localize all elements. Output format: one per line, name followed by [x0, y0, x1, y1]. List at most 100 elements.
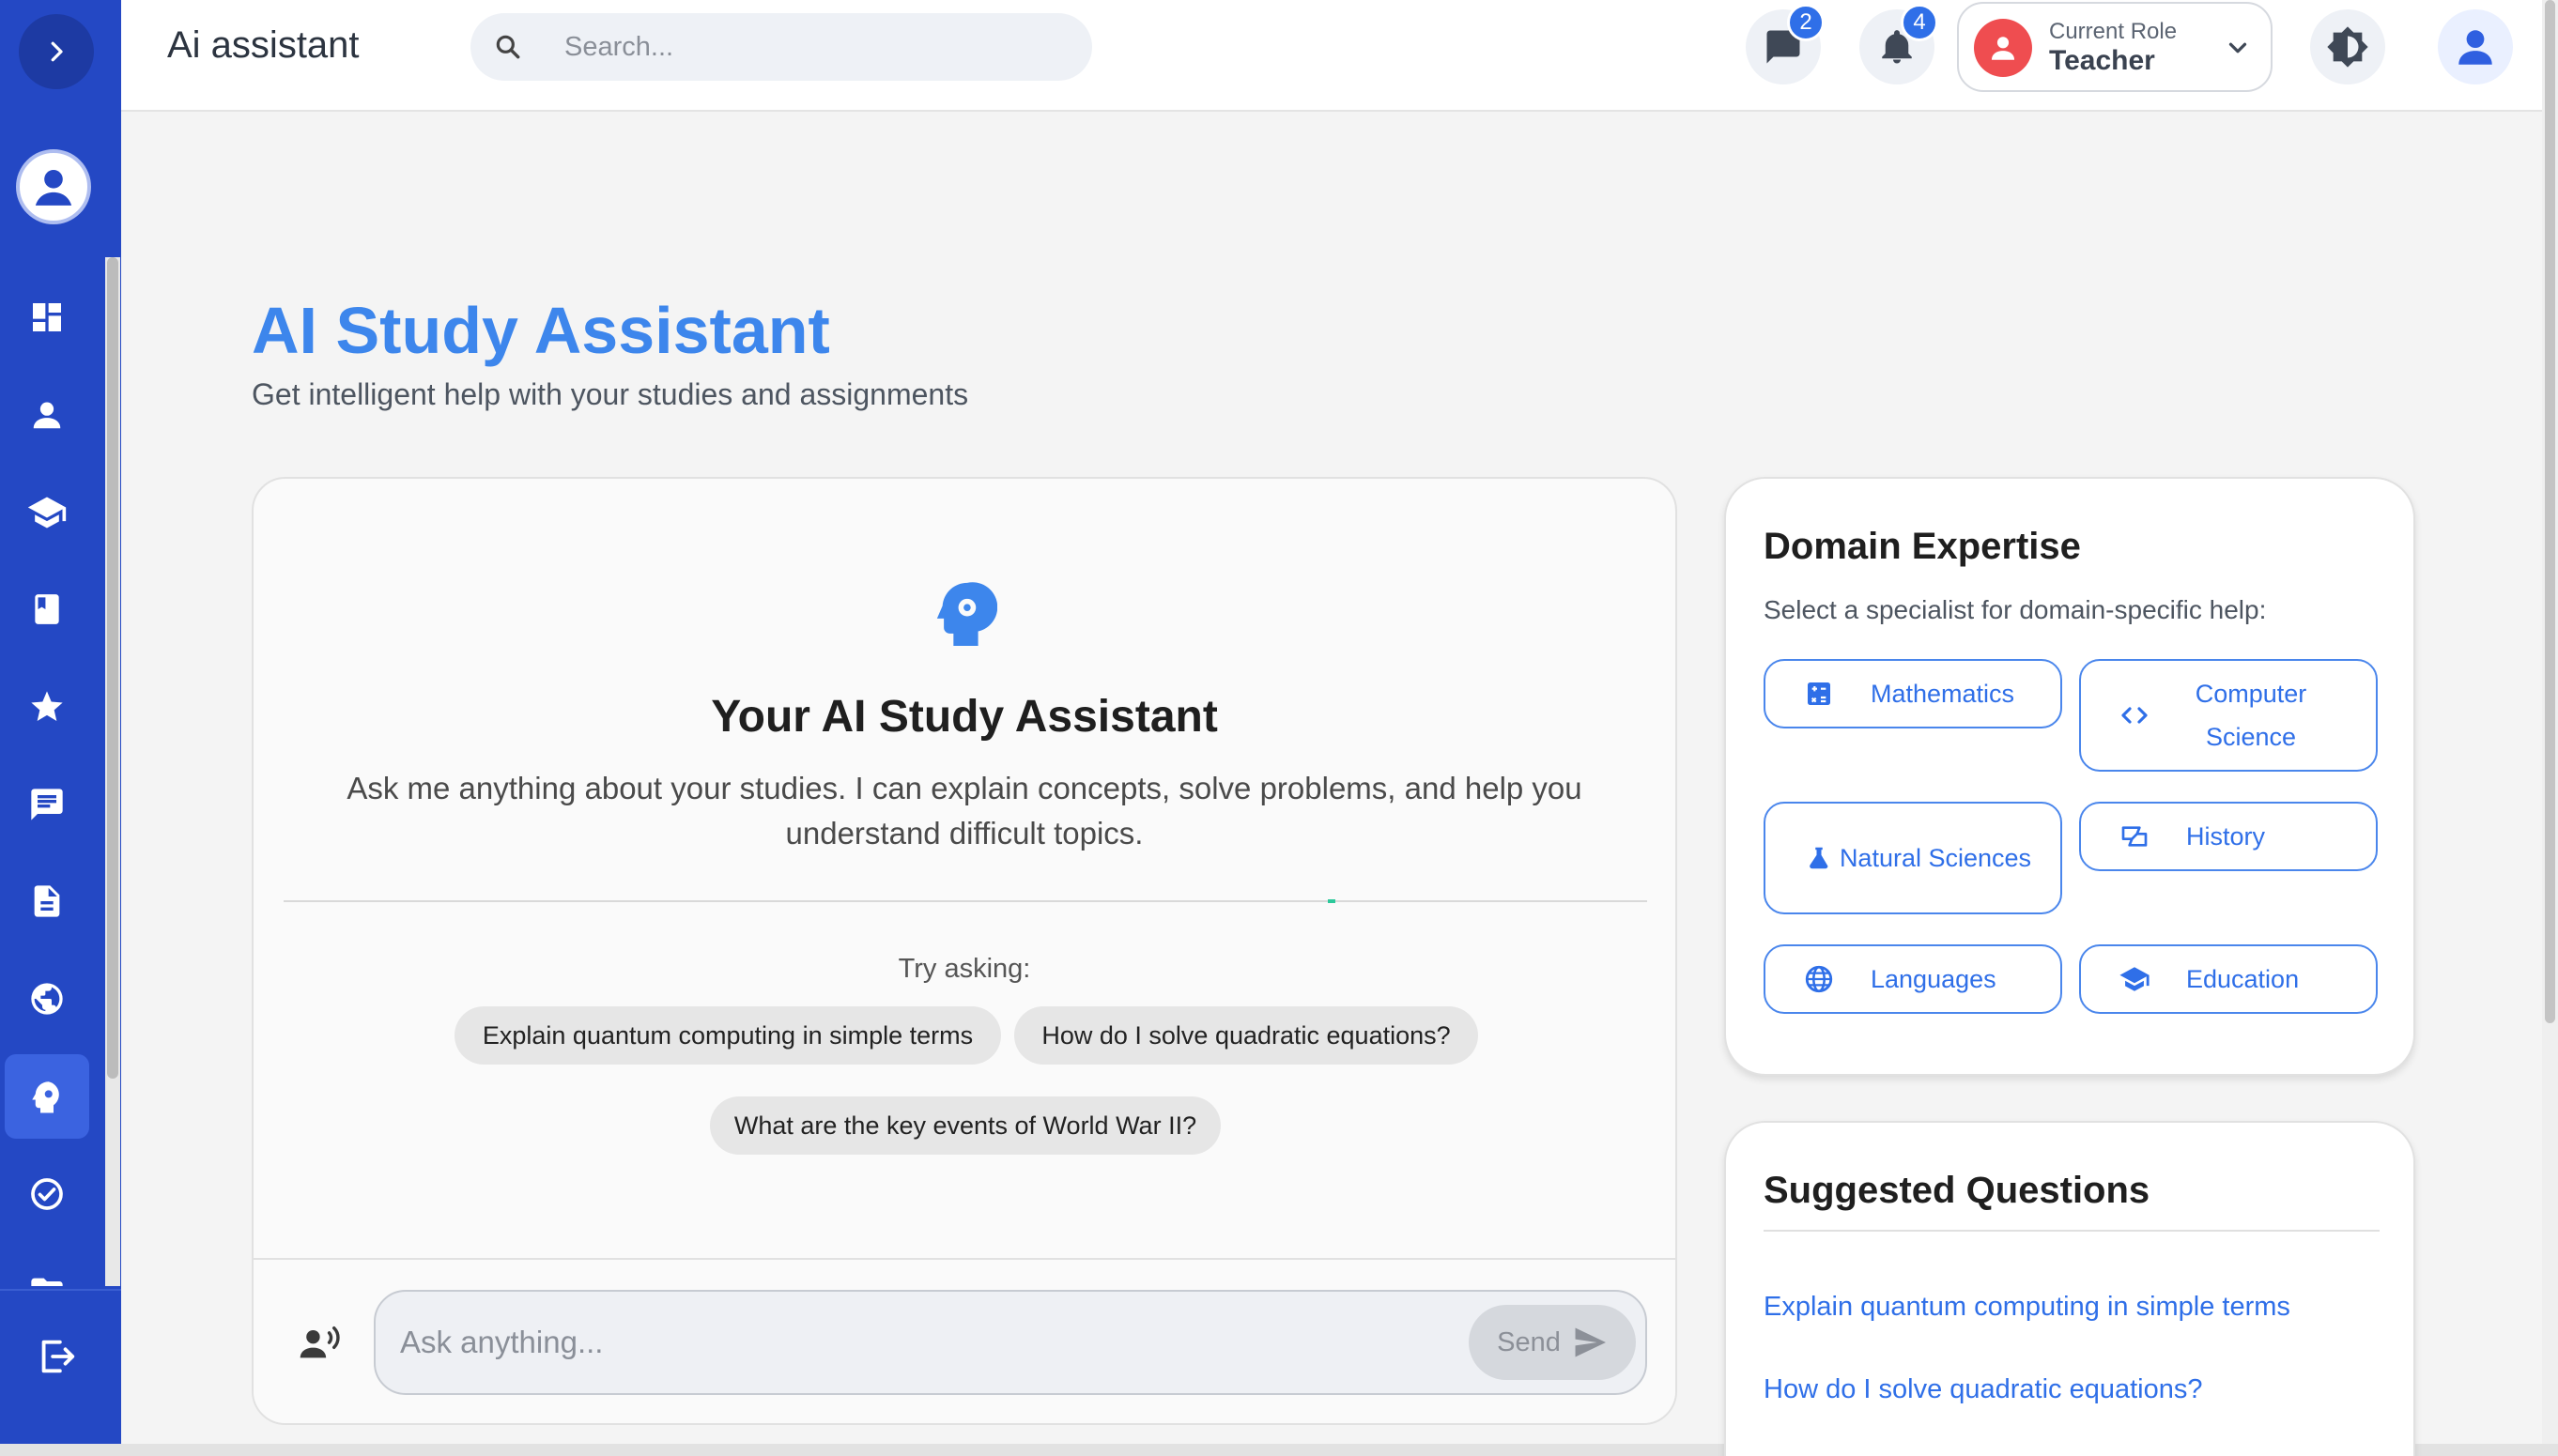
globe-icon	[31, 983, 63, 1015]
user-avatar-button[interactable]	[2438, 9, 2513, 84]
page-title: AI Study Assistant	[252, 294, 830, 367]
domain-option-mathematics[interactable]: Mathematics	[1764, 659, 2062, 728]
chat-icon	[31, 789, 63, 820]
domain-subtitle: Select a specialist for domain-specific …	[1764, 595, 2267, 624]
chevron-right-icon	[51, 41, 63, 62]
messages-button[interactable]: 2	[1746, 4, 1825, 84]
chat-composer: Send	[254, 1258, 1675, 1423]
sidebar-item-tasks[interactable]	[5, 1152, 89, 1236]
sidebar-item-messages[interactable]	[5, 762, 89, 847]
domain-option-education[interactable]: Education	[2079, 944, 2378, 1014]
try-asking-label: Try asking:	[898, 954, 1031, 984]
sidebar-item-library[interactable]	[5, 567, 89, 651]
chevron-down-icon	[2224, 34, 2252, 67]
domain-option-history[interactable]: History	[2079, 802, 2378, 871]
chat-card: Your AI Study Assistant Ask me anything …	[252, 477, 1677, 1425]
theme-toggle-button[interactable]	[2310, 9, 2385, 84]
ai-head-icon	[932, 577, 998, 653]
notifications-badge: 4	[1901, 4, 1938, 41]
ai-head-icon	[32, 1081, 59, 1113]
search-icon	[470, 13, 546, 81]
suggestion-chip[interactable]: What are the key events of World War II?	[710, 1096, 1221, 1155]
domain-option-label: Computer Science	[2195, 680, 2307, 751]
top-bar: Ai assistant 2 4 Current Role Teacher	[121, 0, 2542, 112]
history-book-icon	[2115, 821, 2154, 851]
check-circle-icon	[31, 1178, 63, 1210]
domain-option-label: Natural Sciences	[1839, 844, 2032, 872]
domain-option-computer-science[interactable]: Computer Science	[2079, 659, 2378, 772]
sidebar-footer	[0, 1289, 121, 1444]
send-button[interactable]: Send	[1469, 1305, 1636, 1380]
domain-title: Domain Expertise	[1764, 526, 2081, 567]
logout-icon	[41, 1340, 75, 1373]
chat-title: Your AI Study Assistant	[711, 692, 1218, 742]
sidebar-scrollbar[interactable]	[105, 257, 120, 1286]
suggested-questions-panel: Suggested Questions Explain quantum comp…	[1724, 1121, 2415, 1456]
suggested-question-link[interactable]: How do I solve quadratic equations?	[1764, 1374, 2203, 1405]
document-icon	[34, 885, 60, 917]
suggestion-chip[interactable]: Explain quantum computing in simple term…	[455, 1006, 1001, 1065]
graduation-cap-icon	[2115, 963, 2154, 995]
send-label: Send	[1497, 1326, 1561, 1357]
voice-input-button[interactable]	[299, 1324, 344, 1368]
graduation-cap-icon	[27, 497, 67, 529]
sidebar-item-ai-assistant[interactable]	[5, 1054, 89, 1139]
star-icon	[31, 691, 63, 721]
app-root: Ai assistant 2 4 Current Role Teacher	[0, 0, 2558, 1456]
divider	[1764, 1230, 2380, 1232]
page-subtitle: Get intelligent help with your studies a…	[252, 377, 969, 411]
notifications-button[interactable]: 4	[1859, 4, 1938, 84]
code-icon	[2115, 699, 2154, 731]
brightness-icon	[2327, 26, 2368, 68]
page-scrollbar-thumb[interactable]	[2545, 0, 2555, 1023]
search-input[interactable]	[564, 19, 1090, 75]
role-avatar	[1974, 19, 2032, 77]
flask-icon	[1799, 843, 1839, 873]
ask-input[interactable]	[400, 1314, 1339, 1371]
sidebar-item-global[interactable]	[5, 957, 89, 1041]
send-icon	[1575, 1327, 1606, 1357]
domain-option-label: Education	[2186, 965, 2300, 993]
divider	[284, 899, 1647, 903]
globe-icon	[1799, 963, 1839, 995]
user-icon	[35, 170, 72, 206]
sidebar-nav	[0, 257, 105, 1286]
search-bar[interactable]	[470, 13, 1092, 81]
domain-option-natural-sciences[interactable]: Natural Sciences	[1764, 802, 2062, 914]
app-title: Ai assistant	[167, 24, 360, 66]
sidebar-item-profile[interactable]	[5, 373, 89, 457]
person-icon	[33, 402, 61, 429]
domain-option-label: Mathematics	[1871, 680, 2015, 708]
domain-expertise-panel: Domain Expertise Select a specialist for…	[1724, 477, 2415, 1076]
user-icon	[2458, 30, 2492, 65]
sidebar-item-favorites[interactable]	[5, 665, 89, 749]
sidebar-scrollbar-thumb[interactable]	[107, 257, 118, 1079]
sidebar-item-documents[interactable]	[5, 859, 89, 943]
role-label: Current Role	[2049, 19, 2178, 44]
suggestion-chip[interactable]: How do I solve quadratic equations?	[1014, 1006, 1478, 1065]
domain-option-label: History	[2186, 822, 2266, 851]
logout-button[interactable]	[19, 1319, 94, 1394]
voice-icon	[300, 1326, 340, 1358]
domain-option-label: Languages	[1871, 965, 1996, 993]
calculator-icon	[1799, 679, 1839, 709]
sidebar	[0, 0, 121, 1444]
folder-icon	[31, 1278, 63, 1286]
sidebar-item-dashboard[interactable]	[5, 275, 89, 360]
messages-badge: 2	[1787, 4, 1825, 41]
sidebar-item-folders[interactable]	[5, 1249, 89, 1286]
person-icon	[1991, 37, 2015, 60]
dashboard-icon	[33, 303, 61, 331]
sidebar-avatar[interactable]	[16, 149, 91, 224]
role-value: Teacher	[2049, 45, 2155, 76]
chat-description: Ask me anything about your studies. I ca…	[347, 771, 1582, 851]
domain-option-languages[interactable]: Languages	[1764, 944, 2062, 1014]
role-selector[interactable]: Current Role Teacher	[1957, 2, 2273, 92]
sidebar-toggle-button[interactable]	[19, 14, 94, 89]
progress-dot	[1328, 899, 1335, 903]
book-icon	[35, 594, 59, 624]
suggested-question-link[interactable]: Explain quantum computing in simple term…	[1764, 1292, 2290, 1323]
ask-box: Send	[374, 1290, 1647, 1395]
sidebar-item-courses[interactable]	[5, 470, 89, 555]
page-scrollbar[interactable]	[2542, 0, 2558, 1444]
